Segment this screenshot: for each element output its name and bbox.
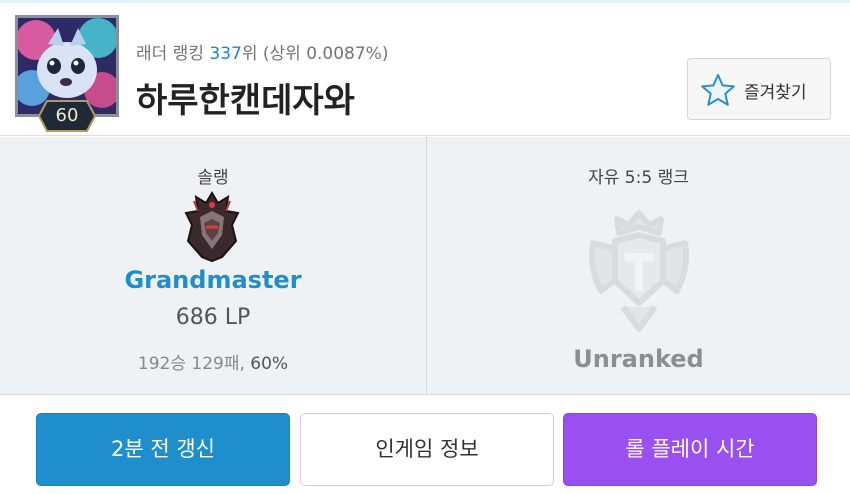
solo-record: 192승 129패,	[137, 354, 251, 374]
solo-tier-name: Grandmaster	[124, 266, 302, 294]
flex-queue-title: 자유 5:5 랭크	[588, 168, 689, 188]
solo-lp: 686 LP	[175, 305, 251, 330]
flex-tier-name: Unranked	[573, 345, 704, 373]
solo-win-loss: 192승 129패, 60%	[0, 349, 426, 374]
profile-header: 60 래더 랭킹 337위 (상위 0.0087%) 하루한캔데자와 즐겨찾기	[0, 3, 850, 136]
solo-queue-title: 솔랭	[197, 168, 229, 188]
grandmaster-emblem-icon	[184, 191, 240, 263]
ladder-rank-number: 337	[209, 44, 242, 64]
summoner-level: 60	[55, 105, 79, 126]
ingame-info-button[interactable]: 인게임 정보	[300, 413, 554, 486]
ladder-rank-suffix: 위 (상위 0.0087%)	[241, 44, 389, 64]
unranked-emblem-icon	[589, 210, 689, 332]
playtime-button[interactable]: 롤 플레이 시간	[563, 413, 817, 486]
rank-panels: 솔랭 Grandmaster 686 LP 192승 129패, 60% 자유 …	[0, 137, 850, 395]
favorite-button[interactable]: 즐겨찾기	[687, 58, 831, 120]
flex-rank-panel: 자유 5:5 랭크 Unranked	[427, 137, 850, 395]
solo-rank-panel: 솔랭 Grandmaster 686 LP 192승 129패, 60%	[0, 137, 426, 395]
star-outline-icon	[701, 74, 735, 106]
ladder-rank: 래더 랭킹 337위 (상위 0.0087%)	[136, 39, 388, 64]
profile-avatar: 60	[12, 13, 122, 135]
favorite-label: 즐겨찾기	[744, 83, 807, 103]
ladder-label: 래더 랭킹	[136, 44, 204, 64]
solo-winrate: 60%	[250, 354, 289, 374]
summoner-name: 하루한캔데자와	[136, 81, 355, 121]
refresh-button[interactable]: 2분 전 갱신	[36, 413, 290, 486]
